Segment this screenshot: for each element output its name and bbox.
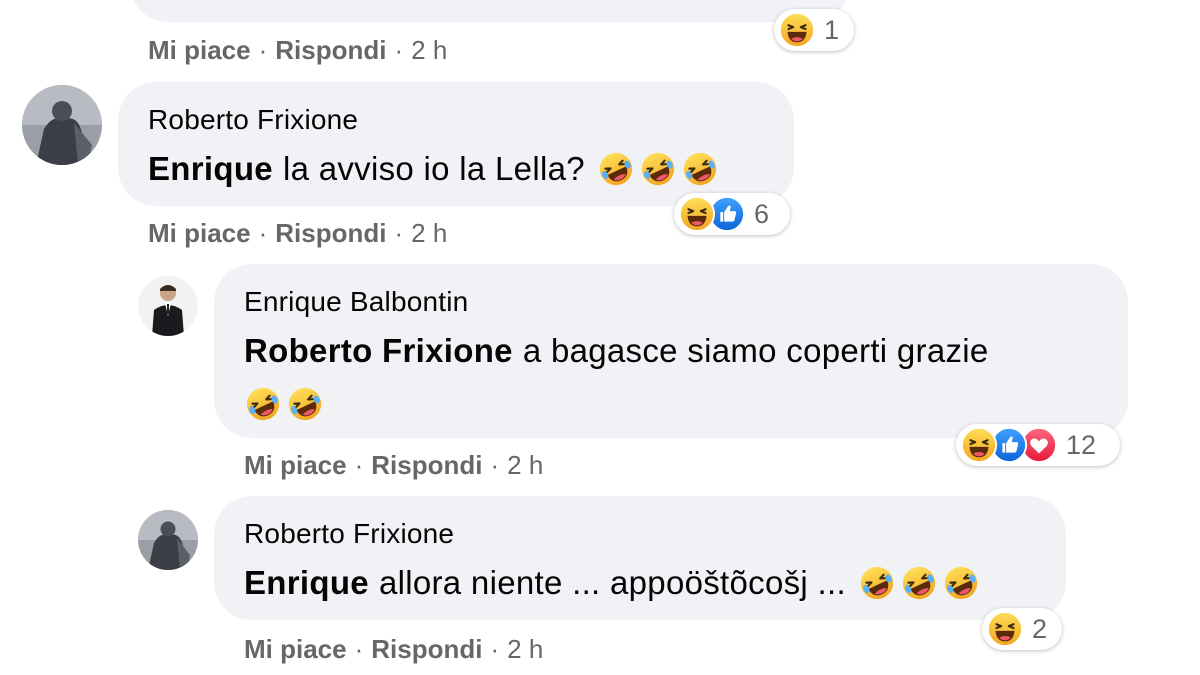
reaction-count: 2 xyxy=(1032,613,1048,644)
like-link[interactable]: Mi piace xyxy=(148,35,251,66)
reaction-count: 6 xyxy=(754,198,770,229)
mention-link[interactable]: Roberto Frixione xyxy=(244,332,513,370)
avatar[interactable] xyxy=(22,85,102,165)
avatar[interactable] xyxy=(138,510,198,570)
rofl-emoji-icon xyxy=(900,564,938,602)
comment-author[interactable]: Enrique Balbontin xyxy=(244,286,468,318)
reaction-count: 1 xyxy=(824,14,840,45)
comment-text: Enrique allora niente ... appoöštõcošj .… xyxy=(244,564,980,602)
comment-body: la avviso io la Lella? xyxy=(282,150,585,187)
rofl-emoji-icon xyxy=(858,564,896,602)
timestamp[interactable]: 2 h xyxy=(507,450,543,481)
inline-emoji-row xyxy=(244,385,324,423)
comment-thread: 1 Mi piace · Rispondi · 2 h Roberto Frix… xyxy=(0,0,1200,675)
rofl-emoji-icon xyxy=(244,385,282,423)
reaction-summary[interactable]: 6 xyxy=(674,193,790,235)
comment-actions: Mi piace · Rispondi · 2 h xyxy=(148,218,448,249)
inline-emoji-row xyxy=(858,564,980,602)
haha-reaction-icon xyxy=(960,426,998,464)
rofl-emoji-icon xyxy=(286,385,324,423)
haha-reaction-icon xyxy=(778,11,816,49)
timestamp[interactable]: 2 h xyxy=(411,35,447,66)
rofl-emoji-icon xyxy=(681,150,719,188)
reaction-count: 12 xyxy=(1066,429,1097,460)
like-link[interactable]: Mi piace xyxy=(244,450,347,481)
inline-emoji-row xyxy=(597,150,719,188)
comment-body: allora niente ... appoöštõcošj ... xyxy=(378,564,846,601)
mention-link[interactable]: Enrique xyxy=(148,150,273,188)
reply-link[interactable]: Rispondi xyxy=(275,35,386,66)
reply-link[interactable]: Rispondi xyxy=(371,634,482,665)
reaction-summary[interactable]: 1 xyxy=(774,9,854,51)
reply-link[interactable]: Rispondi xyxy=(275,218,386,249)
like-link[interactable]: Mi piace xyxy=(244,634,347,665)
rofl-emoji-icon xyxy=(597,150,635,188)
comment-text: Enrique la avviso io la Lella? xyxy=(148,150,719,188)
rofl-emoji-icon xyxy=(639,150,677,188)
avatar-photo-icon xyxy=(138,510,198,570)
comment-author[interactable]: Roberto Frixione xyxy=(148,104,358,136)
reply-link[interactable]: Rispondi xyxy=(371,450,482,481)
timestamp[interactable]: 2 h xyxy=(507,634,543,665)
rofl-emoji-icon xyxy=(942,564,980,602)
mention-link[interactable]: Enrique xyxy=(244,564,369,602)
haha-reaction-icon xyxy=(986,610,1024,648)
avatar-photo-icon xyxy=(138,276,198,336)
comment-actions: Mi piace · Rispondi · 2 h xyxy=(244,450,544,481)
avatar-photo-icon xyxy=(22,85,102,165)
comment-text: Roberto Frixione a bagasce siamo coperti… xyxy=(244,332,989,370)
comment-bubble-partial xyxy=(130,0,850,22)
avatar[interactable] xyxy=(138,276,198,336)
comment-actions: Mi piace · Rispondi · 2 h xyxy=(244,634,544,665)
timestamp[interactable]: 2 h xyxy=(411,218,447,249)
comment-body: a bagasce siamo coperti grazie xyxy=(522,332,989,369)
reaction-summary[interactable]: 12 xyxy=(956,424,1120,466)
comment-author[interactable]: Roberto Frixione xyxy=(244,518,454,550)
comment-actions: Mi piace · Rispondi · 2 h xyxy=(148,35,448,66)
haha-reaction-icon xyxy=(678,195,716,233)
reaction-summary[interactable]: 2 xyxy=(982,608,1062,650)
like-link[interactable]: Mi piace xyxy=(148,218,251,249)
